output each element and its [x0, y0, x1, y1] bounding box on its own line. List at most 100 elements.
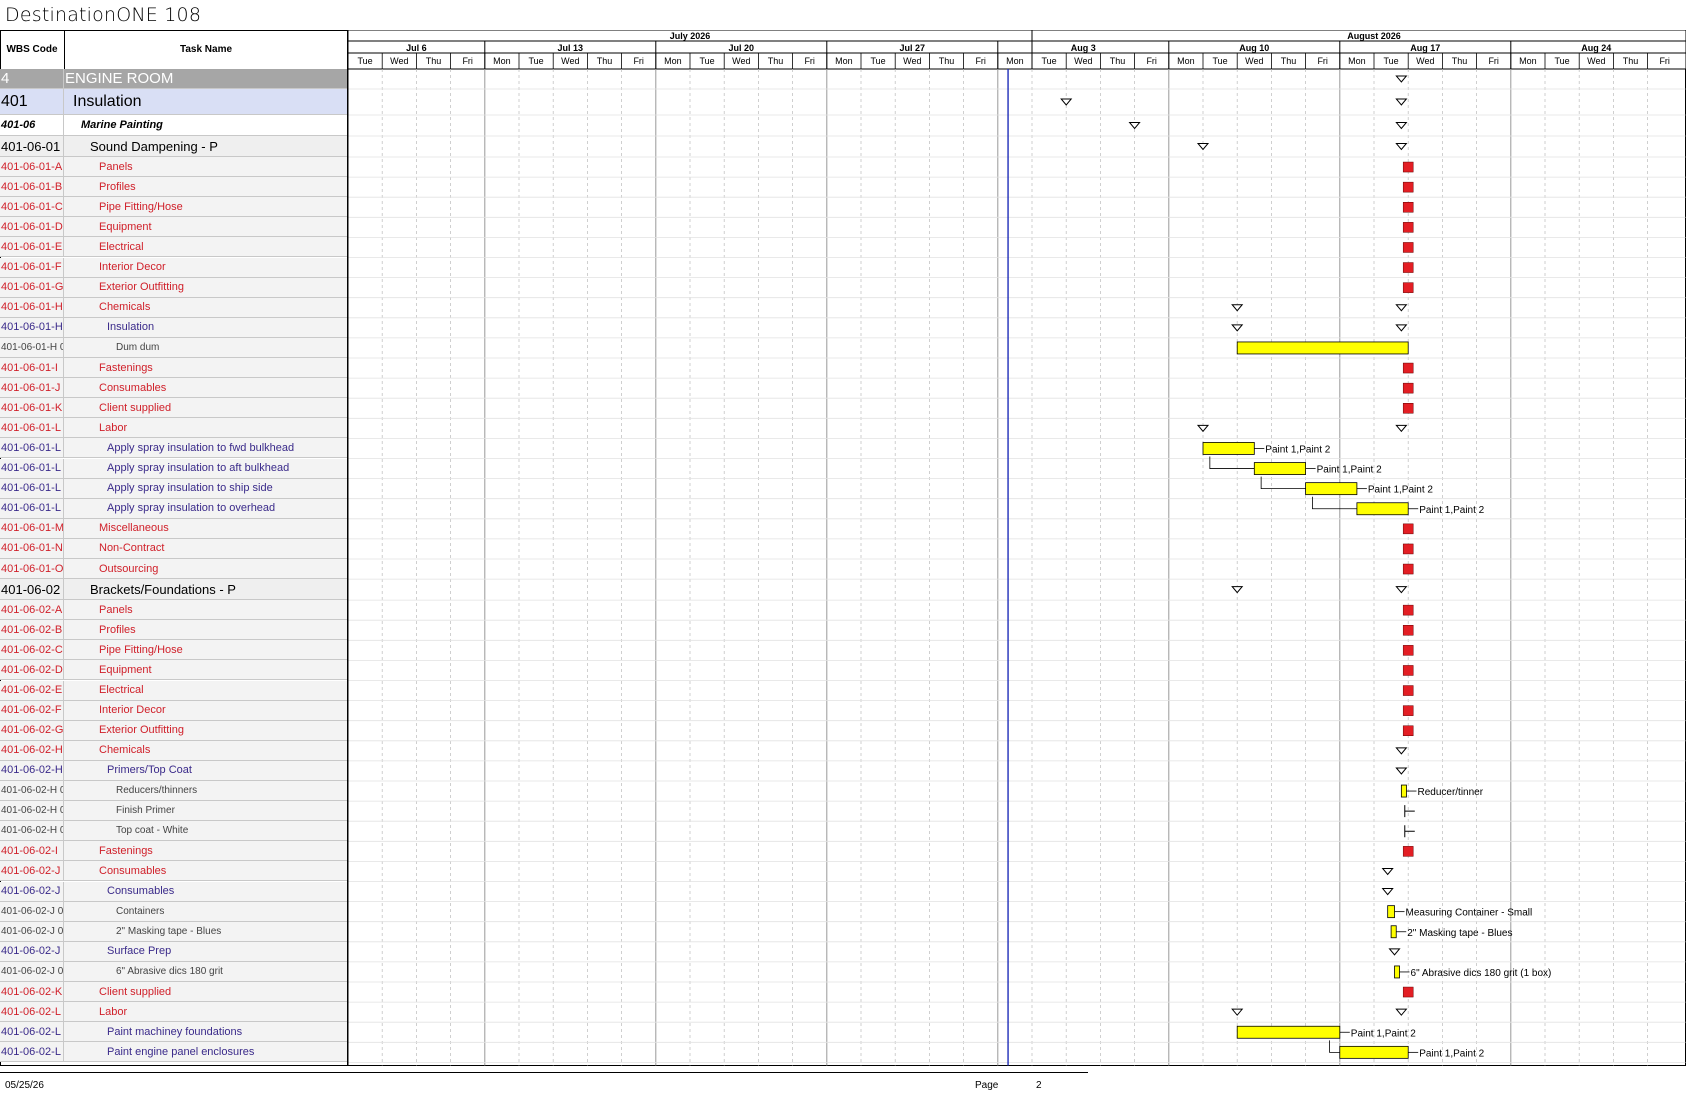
table-row[interactable]: 401-06-02-C Pipe Fitting/Hose: [0, 640, 347, 661]
table-row[interactable]: 401-06-01-L Apply spray insulation to aft…: [0, 458, 347, 479]
table-row[interactable]: 401-06-01-E Electrical: [0, 237, 347, 258]
table-row[interactable]: 401-06-02-H 0 Reducers/thinners: [0, 781, 347, 802]
task-name-cell: Panels: [99, 160, 133, 173]
table-row[interactable]: 401-06-01-L Apply spray insulation to ove…: [0, 498, 347, 519]
task-name-header[interactable]: Task Name: [65, 30, 347, 69]
task-bar[interactable]: [1253, 462, 1306, 475]
table-row[interactable]: 401-06-01-O Outsourcing: [0, 559, 347, 580]
day-label: Thu: [426, 56, 442, 66]
table-row[interactable]: 401-06-01-D Equipment: [0, 217, 347, 238]
table-row[interactable]: 401-06-02-H 0 Finish Primer: [0, 801, 347, 822]
task-bar[interactable]: [1305, 482, 1358, 496]
table-row[interactable]: 401-06-02-J 0 Consumables: [0, 881, 347, 902]
table-row[interactable]: 401-06-02-J Consumables: [0, 861, 347, 882]
table-row[interactable]: 401-06-01-B Profiles: [0, 177, 347, 198]
table-row[interactable]: 401-06-02-H Chemicals: [0, 740, 347, 761]
milestone-marker: [1402, 161, 1414, 173]
wbs-code-header[interactable]: WBS Code: [0, 30, 65, 69]
task-name-cell: Top coat - White: [116, 825, 189, 837]
task-bar[interactable]: [1236, 1025, 1341, 1039]
task-name-cell: Consumables: [99, 381, 167, 394]
table-row[interactable]: 401-06-02-I Fastenings: [0, 841, 347, 862]
task-name-cell: Fastenings: [99, 844, 153, 857]
table-row[interactable]: 401-06-02-F Interior Decor: [0, 700, 347, 721]
table-row[interactable]: 401-06-02-J 0 6" Abrasive dics 180 grit: [0, 961, 347, 982]
table-row[interactable]: 4 ENGINE ROOM: [0, 69, 347, 89]
summary-marker: [1381, 888, 1394, 896]
table-row[interactable]: 401-06-01-M Miscellaneous: [0, 518, 347, 539]
table-row[interactable]: 401-06-02 Brackets/Foundations - P: [0, 579, 347, 601]
milestone-marker: [1402, 645, 1414, 656]
task-bar-label: Measuring Container - Small: [1406, 908, 1533, 919]
week-label: Aug 10: [1239, 43, 1269, 53]
table-row[interactable]: 401-06-02-H Primers/Top Coat: [0, 760, 347, 781]
day-label: Mon: [835, 56, 853, 66]
wbs-code-cell: 401-06-02-A: [0, 600, 64, 620]
wbs-code-cell: 401-06-01: [0, 136, 64, 156]
task-bar-label: Reducer/tinner: [1417, 787, 1483, 798]
day-label: Fri: [633, 56, 644, 66]
task-bar[interactable]: [1202, 442, 1255, 455]
table-row[interactable]: 401-06-01-G Exterior Outfitting: [0, 277, 347, 298]
table-row[interactable]: 401-06-01-K Client supplied: [0, 398, 347, 419]
task-name-cell: Surface Prep: [107, 945, 172, 958]
day-label: Tue: [1555, 56, 1570, 66]
table-row[interactable]: 401-06-02-J 0 Surface Prep: [0, 941, 347, 962]
table-row[interactable]: 401-06-01-C Pipe Fitting/Hose: [0, 197, 347, 218]
table-row[interactable]: 401-06-01-L Labor: [0, 418, 347, 439]
task-name-cell: Electrical: [99, 684, 144, 697]
wbs-code-cell: 401-06-01-A: [0, 157, 64, 177]
table-row[interactable]: 401-06-02-B Profiles: [0, 620, 347, 641]
table-row[interactable]: 401-06-01-F Interior Decor: [0, 257, 347, 278]
table-row[interactable]: 401-06-01-I Fastenings: [0, 358, 347, 379]
task-name-cell: Exterior Outfitting: [99, 724, 184, 737]
milestone-marker: [1402, 986, 1414, 998]
task-name-cell: Chemicals: [99, 301, 151, 314]
table-row[interactable]: 401-06-02-K Client supplied: [0, 982, 347, 1003]
task-name-cell: Client supplied: [99, 401, 172, 414]
table-row[interactable]: 401-06-01-H Insulation: [0, 317, 347, 338]
task-name-cell: Primers/Top Coat: [107, 764, 192, 777]
table-row[interactable]: 401-06-01-A Panels: [0, 157, 347, 178]
table-row[interactable]: 401 Insulation: [0, 89, 347, 115]
wbs-code-cell: 401-06-01-N: [0, 538, 64, 558]
table-row[interactable]: 401-06-02-L Paint engine panel enclosures: [0, 1042, 347, 1063]
task-bar[interactable]: [1236, 341, 1409, 355]
table-row[interactable]: 401-06-02-L Paint machiney foundations: [0, 1022, 347, 1043]
summary-marker: [1395, 747, 1408, 755]
table-row[interactable]: 401-06-01-H Chemicals: [0, 297, 347, 318]
task-bar[interactable]: [1394, 965, 1400, 979]
day-label: Wed: [1245, 56, 1263, 66]
table-row[interactable]: 401-06-01-J Consumables: [0, 378, 347, 399]
task-bar[interactable]: [1387, 905, 1395, 919]
task-bar[interactable]: [1356, 502, 1409, 516]
task-name-cell: Non-Contract: [99, 542, 165, 555]
table-row[interactable]: 401-06-01 Sound Dampening - P: [0, 136, 347, 157]
table-row[interactable]: 401-06-01-H 0 Dum dum: [0, 337, 347, 358]
wbs-code-cell: 401-06-02-J 0: [0, 961, 64, 981]
day-label: Fri: [804, 56, 815, 66]
task-bar[interactable]: [1400, 784, 1407, 798]
table-row[interactable]: 401-06-02-J 0 2" Masking tape - Blues: [0, 921, 347, 942]
table-row[interactable]: 401-06-02-A Panels: [0, 600, 347, 621]
table-row[interactable]: 401-06 Marine Painting: [0, 115, 347, 136]
task-name-cell: Miscellaneous: [99, 522, 169, 535]
table-row[interactable]: 401-06-02-L Labor: [0, 1002, 347, 1023]
milestone-marker: [1402, 523, 1414, 535]
table-row[interactable]: 401-06-01-L Apply spray insulation to shi…: [0, 478, 347, 499]
table-row[interactable]: 401-06-02-J 0 Containers: [0, 901, 347, 922]
table-row[interactable]: 401-06-02-D Equipment: [0, 660, 347, 681]
wbs-code-cell: 401-06-02-G: [0, 720, 64, 740]
table-row[interactable]: 401-06-01-N Non-Contract: [0, 538, 347, 559]
table-row[interactable]: 401-06-02-H 0 Top coat - White: [0, 821, 347, 842]
task-name-cell: Consumables: [107, 885, 175, 898]
task-bar[interactable]: [1390, 925, 1397, 939]
table-row[interactable]: 401-06-01-L Apply spray insulation to fwd…: [0, 438, 347, 459]
task-bar[interactable]: [1339, 1045, 1409, 1059]
day-label: Tue: [871, 56, 886, 66]
wbs-code-cell: 401-06-01-O: [0, 559, 64, 579]
table-row[interactable]: 401-06-02-G Exterior Outfitting: [0, 720, 347, 741]
task-name-cell: Pipe Fitting/Hose: [99, 200, 183, 213]
wbs-code-cell: 401-06-02-J: [0, 861, 64, 881]
table-row[interactable]: 401-06-02-E Electrical: [0, 680, 347, 701]
